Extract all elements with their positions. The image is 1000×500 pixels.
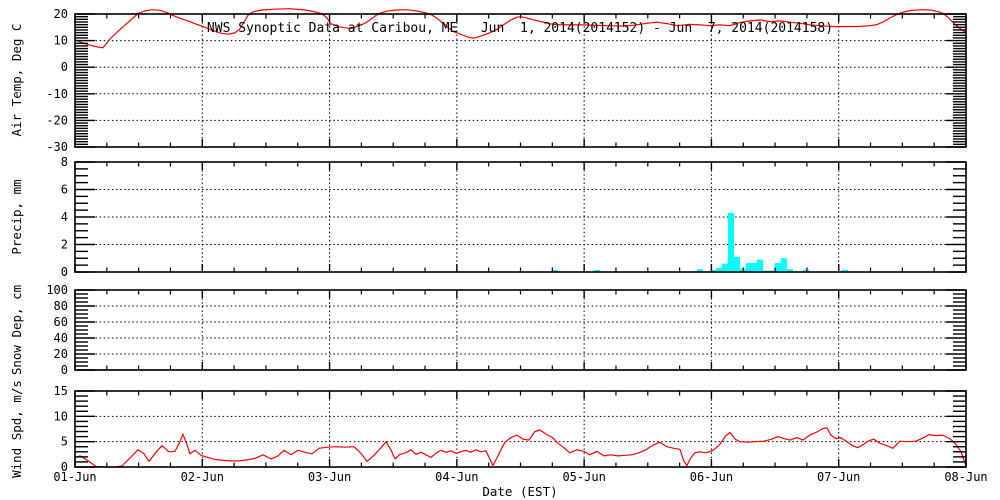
y-tick-label: 100 [46,283,68,297]
x-tick-labels: 01-Jun 02-Jun 03-Jun 04-Jun 05-Jun 06-Jun 07-J… [53,470,987,484]
precip-bar [733,256,740,272]
x-tick-label: 01-Jun [53,470,96,484]
y-tick-label: 0 [61,60,68,74]
precip-bar [727,212,734,272]
y-tick-label: 4 [61,210,68,224]
y-tick-label: 5 [61,435,68,449]
axis-box [74,161,967,273]
panel-snow-depth: 100 80 60 40 20 0 [46,283,967,377]
y-tick-labels: 20 10 0 -10 -20 -30 [46,7,68,154]
x-tick-label: 02-Jun [181,470,224,484]
synoptic-plot-page: 20 10 0 -10 -20 -30 8 6 4 2 0 100 80 60 40 20 0 15 10 5 0 01-… [0,0,1000,500]
y-tick-label: 0 [61,363,68,377]
wind-speed-line [74,427,967,468]
y-tick-labels: 100 80 60 40 20 0 [46,283,68,377]
panel-wind-speed: 151050 [54,384,967,474]
y-tick-label: -30 [46,140,68,154]
y-tick-labels: 8 6 4 2 0 [61,155,68,279]
x-tick-label: 04-Jun [435,470,478,484]
x-tick-label: 03-Jun [308,470,351,484]
y-tick-label: 2 [61,238,68,252]
y-tick-labels: 151050 [54,384,68,474]
y-ticks [75,289,966,371]
y-axis-label-snow-depth: Snow Dep, cm [9,285,24,375]
precip-bar [774,263,781,272]
y-axis-label-air-temp: Air Temp, Deg C [9,24,24,137]
y-tick-label: 10 [54,34,68,48]
axis-box [74,289,967,371]
y-tick-label: 0 [61,265,68,279]
y-tick-label: 20 [54,7,68,21]
precip-bar [780,258,787,272]
y-axis-label-precip: Precip, mm [9,179,24,254]
axis-box [74,390,967,468]
y-axis-label-wind-speed: Wind Spd, m/s [9,380,24,478]
v-gridlines [201,290,840,370]
precip-bar [756,259,763,272]
panel-precip: 8 6 4 2 0 [61,155,967,279]
x-ticks [74,162,967,272]
x-tick-label: 07-Jun [817,470,860,484]
y-tick-label: 10 [54,409,68,423]
y-tick-label: 6 [61,183,68,197]
y-tick-label: 15 [54,384,68,398]
synoptic-chart: 20100-10-20-308642010080604020015105001-… [9,7,988,499]
y-tick-label: -10 [46,87,68,101]
y-tick-label: 20 [54,347,68,361]
y-tick-label: 40 [54,331,68,345]
y-tick-label: -20 [46,113,68,127]
v-gridlines [201,391,840,467]
y-tick-label: 80 [54,299,68,313]
chart-generated-content: 20100-10-20-308642010080604020015105001-… [46,7,987,484]
x-ticks [74,290,967,370]
precip-bar [721,263,728,272]
y-tick-label: 8 [61,155,68,169]
h-gridlines [75,189,966,245]
y-tick-label: 60 [54,315,68,329]
h-gridlines [75,40,966,121]
x-tick-label: 08-Jun [944,470,987,484]
precip-bar [745,263,752,272]
precip-bars [551,212,848,272]
x-tick-label: 06-Jun [690,470,733,484]
precip-bar [751,263,758,272]
h-gridlines [75,305,966,355]
y-ticks [75,161,966,273]
x-tick-label: 05-Jun [562,470,605,484]
y-ticks [75,390,966,468]
x-ticks [74,391,967,467]
x-axis-title: Date (EST) [482,484,557,499]
chart-title: NWS Synoptic Data at Caribou, ME Jun 1, … [207,21,833,36]
